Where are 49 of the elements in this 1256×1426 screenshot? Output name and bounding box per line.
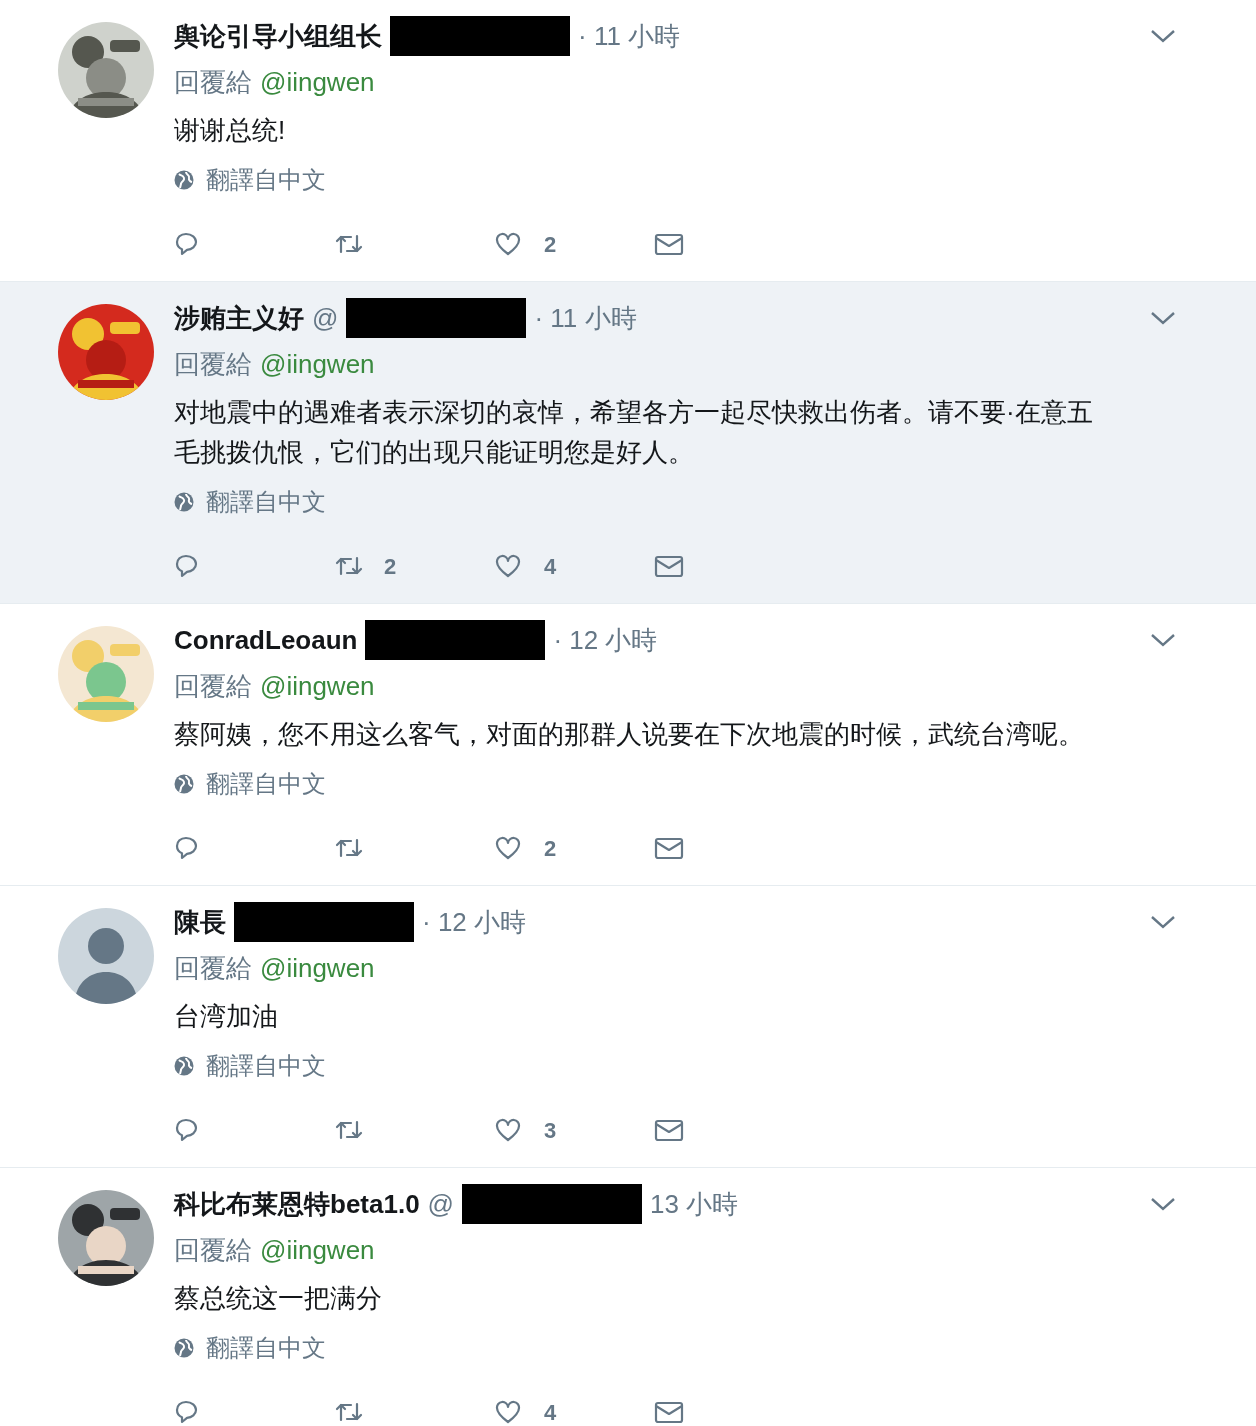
globe-icon: [174, 774, 194, 794]
user-name[interactable]: 陳長: [174, 902, 226, 942]
tweet-text: 蔡阿姨，您不用这么客气，对面的那群人说要在下次地震的时候，武统台湾呢。: [174, 718, 1085, 751]
timestamp[interactable]: · 11 小時: [578, 16, 681, 56]
globe-icon: [174, 170, 194, 190]
user-name[interactable]: 舆论引导小组组长: [174, 16, 382, 56]
translate-link[interactable]: 翻譯自中文: [206, 484, 326, 520]
tweet-text: 对地震中的遇难者表示深切的哀悼，希望各方一起尽快救出伤者。请不要·在意五: [174, 396, 1094, 429]
chevron-down-icon[interactable]: [1150, 632, 1176, 648]
reply-label: 回覆給: [174, 1233, 252, 1267]
chevron-down-icon[interactable]: [1150, 28, 1176, 44]
like-count: 4: [544, 552, 557, 581]
timestamp[interactable]: · 11 小時: [534, 298, 637, 338]
chevron-down-icon[interactable]: [1150, 914, 1176, 930]
globe-icon: [174, 1338, 194, 1358]
translate-link[interactable]: 翻譯自中文: [206, 766, 326, 802]
like-count: 4: [544, 1398, 557, 1426]
globe-icon: [174, 492, 194, 512]
translate-link[interactable]: 翻譯自中文: [206, 1330, 326, 1366]
like-count: 2: [544, 230, 557, 259]
tweet-text: 谢谢总统!: [174, 114, 287, 147]
like-count: 2: [544, 834, 557, 863]
user-name[interactable]: ConradLeoaun: [174, 620, 358, 660]
mention-link[interactable]: @iingwen: [260, 344, 375, 384]
reply-label: 回覆給: [174, 951, 252, 985]
reply-label: 回覆給: [174, 669, 252, 703]
reply-label: 回覆給: [174, 347, 252, 381]
timestamp[interactable]: · 12 小時: [553, 620, 658, 660]
mention-link[interactable]: @iingwen: [260, 948, 375, 988]
user-handle: @: [427, 1187, 454, 1221]
tweet-text: 蔡总统这一把满分: [174, 1282, 383, 1315]
user-name[interactable]: 涉贿主义好: [174, 298, 304, 338]
user-name[interactable]: 科比布莱恩特beta1.0: [174, 1184, 420, 1224]
reply-label: 回覆給: [174, 65, 252, 99]
chevron-down-icon[interactable]: [1150, 310, 1176, 326]
tweet-text: 毛挑拨仇恨，它们的出现只能证明您是好人。: [174, 436, 695, 469]
mention-link[interactable]: @iingwen: [260, 1230, 375, 1270]
translate-link[interactable]: 翻譯自中文: [206, 162, 326, 198]
chevron-down-icon[interactable]: [1150, 1196, 1176, 1212]
timestamp[interactable]: 13 小時: [650, 1184, 739, 1224]
like-count: 3: [544, 1116, 557, 1145]
tweet-text: 台湾加油: [174, 1000, 279, 1033]
retweet-count: 2: [384, 552, 397, 581]
translate-link[interactable]: 翻譯自中文: [206, 1048, 326, 1084]
mention-link[interactable]: @iingwen: [260, 666, 375, 706]
user-handle: @: [312, 301, 339, 335]
globe-icon: [174, 1056, 194, 1076]
timestamp[interactable]: · 12 小時: [422, 902, 527, 942]
mention-link[interactable]: @iingwen: [260, 62, 375, 102]
